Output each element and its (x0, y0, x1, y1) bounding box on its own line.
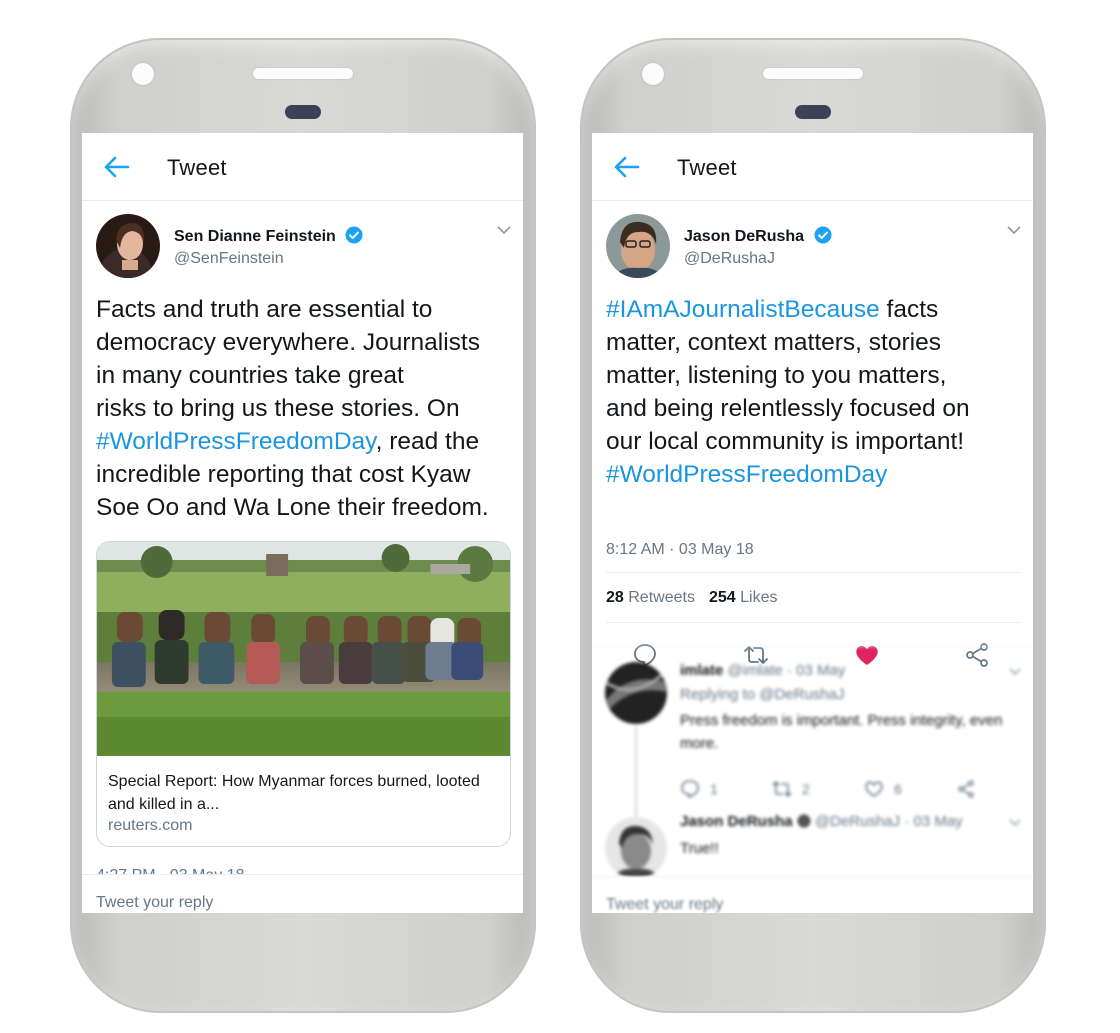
verified-badge-icon (345, 226, 363, 244)
tweet-line: democracy everywhere. Journalists (96, 329, 480, 356)
reply-bar[interactable]: Tweet your reply (592, 876, 1033, 913)
reply-action[interactable]: 1 (680, 780, 718, 799)
author-name-text: Jason DeRusha (684, 228, 805, 245)
page-title: Tweet (677, 155, 737, 180)
verified-badge-icon (814, 226, 831, 244)
earpiece-speaker (763, 68, 863, 79)
card-title: Special Report: How Myanmar forces burne… (108, 773, 480, 813)
retweets-stat[interactable]: 28 Retweets (606, 589, 695, 606)
tweet-line-rest: , read the (375, 428, 480, 455)
hashtag-link[interactable]: #IAmAJournalistBecause (606, 296, 880, 323)
tweet-line: #WorldPressFreedomDay, read the (96, 425, 511, 458)
reply-text: Press freedom is important. Press integr… (680, 712, 1003, 752)
author-name[interactable]: Jason DeRusha (684, 226, 832, 246)
heart-icon (865, 781, 883, 797)
retweets-count: 28 (606, 589, 624, 606)
tweet-screen-right: Tweet Jason DeRusha @DeRushaJ #IAmAJourn… (592, 133, 1033, 913)
card-domain: reuters.com (108, 817, 193, 834)
phone-frame-left: Tweet Sen Dianne Feinstein @SenFeinstein… (70, 38, 536, 1013)
author-name-text: Sen Dianne Feinstein (174, 228, 336, 245)
card-image (97, 542, 510, 756)
reply-header: Jason DeRusha @DeRushaJ · 03 May (680, 813, 963, 830)
tweet-line: Soe Oo and Wa Lone their freedom. (96, 494, 489, 521)
reply-meta: @DeRushaJ · 03 May (814, 813, 963, 830)
tweet-line: in many countries take great (96, 362, 404, 389)
tweet-line-rest: facts (879, 296, 939, 323)
tweet-line: and being relentlessly focused on (606, 395, 970, 422)
author-handle[interactable]: @DeRushaJ (684, 250, 775, 268)
tweet-stats: 28 Retweets 254 Likes (606, 572, 1021, 623)
share-action[interactable] (956, 780, 986, 798)
share-icon (958, 780, 974, 798)
chevron-down-icon[interactable] (1007, 225, 1021, 235)
link-card[interactable]: Special Report: How Myanmar forces burne… (96, 541, 511, 847)
avatar[interactable] (605, 662, 667, 724)
reply-author[interactable]: Jason DeRusha (680, 813, 793, 830)
like-action[interactable]: 6 (864, 780, 902, 798)
top-bar: Tweet (592, 133, 1033, 201)
front-camera (132, 63, 154, 85)
tweet-timestamp: 8:12 AM · 03 May 18 (606, 541, 754, 558)
avatar[interactable] (605, 817, 667, 879)
tweet-line: our local community is important! (606, 428, 965, 455)
reply-input[interactable]: Tweet your reply (606, 896, 723, 913)
tweet-line: risks to bring us these stories. On (96, 395, 460, 422)
reply-bar[interactable]: Tweet your reply (82, 874, 523, 913)
reply-meta: @imlate · 03 May (727, 662, 846, 679)
verified-badge-icon (797, 814, 811, 828)
chevron-down-icon[interactable] (1009, 668, 1021, 676)
thread-line (635, 727, 637, 825)
retweet-icon (772, 781, 792, 797)
front-camera (642, 63, 664, 85)
tweet-screen-left: Tweet Sen Dianne Feinstein @SenFeinstein… (82, 133, 523, 913)
reply-count: 1 (710, 781, 718, 797)
back-arrow-icon[interactable] (612, 155, 640, 179)
author-name[interactable]: Sen Dianne Feinstein (174, 226, 363, 246)
reply-input[interactable]: Tweet your reply (96, 894, 213, 912)
retweet-count: 2 (802, 781, 810, 797)
reply-icon (681, 780, 699, 799)
proximity-sensor (285, 105, 321, 119)
tweet-line: incredible reporting that cost Kyaw (96, 461, 471, 488)
reply-text: True!! (680, 840, 719, 857)
likes-stat[interactable]: 254 Likes (709, 589, 778, 606)
reply-author[interactable]: imlate (680, 662, 723, 679)
avatar[interactable] (96, 214, 160, 278)
page-title: Tweet (167, 155, 227, 180)
tweet-line: #IAmAJournalistBecause facts (606, 293, 1021, 326)
back-arrow-icon[interactable] (102, 155, 130, 179)
top-bar: Tweet (82, 133, 523, 201)
tweet-text: #IAmAJournalistBecause facts matter, con… (606, 293, 1021, 491)
replying-to: Replying to @DeRushaJ (680, 686, 845, 703)
earpiece-speaker (253, 68, 353, 79)
likes-count: 254 (708, 589, 736, 606)
author-handle[interactable]: @SenFeinstein (174, 250, 284, 268)
likes-label: Likes (740, 589, 778, 606)
avatar[interactable] (606, 214, 670, 278)
retweet-action[interactable]: 2 (772, 780, 810, 798)
reply-thread: imlate @imlate · 03 May Replying to @DeR… (592, 646, 1033, 879)
chevron-down-icon[interactable] (497, 225, 511, 235)
hashtag-link[interactable]: #WorldPressFreedomDay (606, 461, 887, 488)
tweet-text: Facts and truth are essential to democra… (96, 293, 511, 524)
reply-header: imlate @imlate · 03 May (680, 662, 845, 679)
like-count: 6 (894, 781, 902, 797)
tweet-line: #WorldPressFreedomDay (606, 458, 1021, 491)
tweet-line: matter, context matters, stories (606, 329, 941, 356)
retweets-label: Retweets (628, 589, 695, 606)
tweet-line: matter, listening to you matters, (606, 362, 947, 389)
chevron-down-icon[interactable] (1009, 819, 1021, 827)
phone-frame-right: Tweet Jason DeRusha @DeRushaJ #IAmAJourn… (580, 38, 1046, 1013)
tweet-line: Facts and truth are essential to (96, 296, 433, 323)
proximity-sensor (795, 105, 831, 119)
hashtag-link[interactable]: #WorldPressFreedomDay (96, 428, 376, 455)
